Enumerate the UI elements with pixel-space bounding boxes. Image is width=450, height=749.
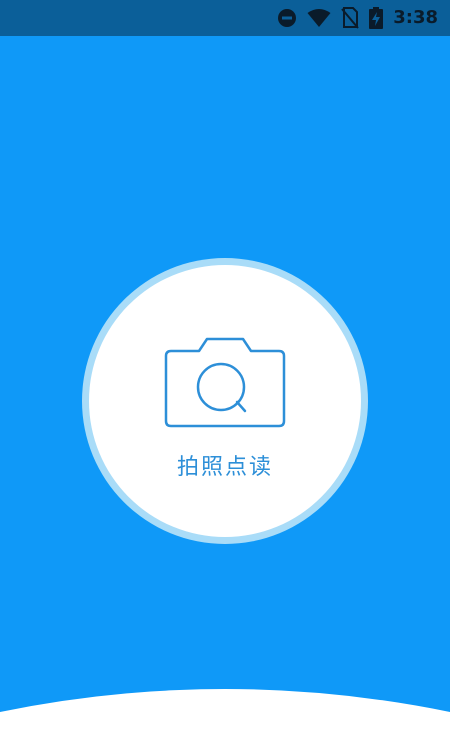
- status-bar: 3:38: [0, 0, 450, 36]
- wifi-icon: [307, 9, 331, 27]
- photo-read-label: 拍照点读: [176, 455, 273, 480]
- camera-icon: [164, 337, 286, 428]
- photo-read-button[interactable]: 拍照点读: [89, 265, 361, 537]
- status-time: 3:38: [393, 7, 438, 28]
- screen: 3:38 拍照点读: [0, 0, 450, 749]
- status-icons: 3:38: [277, 0, 438, 36]
- no-sim-icon: [341, 7, 359, 29]
- bottom-arc-decoration: [0, 689, 450, 749]
- do-not-disturb-icon: [278, 9, 297, 27]
- battery-charging-icon: [369, 7, 384, 29]
